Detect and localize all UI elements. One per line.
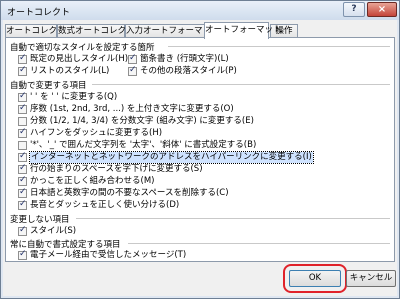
- checkbox-box[interactable]: [18, 175, 27, 186]
- checkbox-label: インターネットとネットワークのアドレスをハイパーリンクに変更する(I): [29, 151, 314, 164]
- checkbox-label: 箇条書き (行頭文字)(L): [140, 54, 229, 64]
- checkbox-box[interactable]: [18, 53, 27, 64]
- checkbox-label: 電子メール経由で受信したメッセージ(T): [30, 250, 187, 260]
- autoformat-panel: 自動で適切なスタイルを設定する箇所 既定の見出しスタイル(H) 箇条書き (行頭…: [5, 37, 395, 262]
- tab-autoformat[interactable]: オートフォーマット: [204, 22, 282, 39]
- checkbox-label: リストのスタイル(L): [30, 66, 110, 76]
- section-always: 常に自動で書式設定する項目: [10, 238, 390, 250]
- section-preserve: 変更しない項目: [10, 213, 390, 225]
- tab-autocorrect[interactable]: オートコレクト: [5, 24, 66, 38]
- checkbox-label: 既定の見出しスタイル(H): [30, 54, 129, 64]
- tab-autoformat-as-you-type[interactable]: 入力オートフォーマット: [125, 24, 220, 38]
- checkbox-box[interactable]: [18, 65, 27, 76]
- help-button[interactable]: ?: [343, 2, 365, 17]
- section-auto-style: 自動で適切なスタイルを設定する箇所: [10, 41, 390, 53]
- checkbox-box[interactable]: [128, 53, 137, 64]
- checkbox-label: 分数 (1/2, 1/4, 3/4) を分数文字 (組み文字) に変更する(E): [30, 116, 254, 126]
- checkbox-box[interactable]: [18, 117, 27, 126]
- checkbox-box[interactable]: [18, 141, 27, 150]
- tab-math-autocorrect[interactable]: 数式オートコレクト: [57, 24, 135, 38]
- close-button[interactable]: ×: [367, 2, 397, 17]
- checkbox-box[interactable]: [18, 225, 27, 236]
- section-always-label: 常に自動で書式設定する項目: [10, 240, 121, 250]
- checkbox-box[interactable]: [18, 249, 27, 260]
- checkbox-box[interactable]: [18, 103, 27, 114]
- title-bar[interactable]: オートコレクト ? ×: [1, 1, 399, 20]
- checkbox-box[interactable]: [18, 91, 27, 102]
- checkbox-label: ' ' を ' ' に変更する(Q): [30, 92, 118, 102]
- checkbox-box[interactable]: [18, 199, 27, 210]
- checkbox-box[interactable]: [18, 163, 27, 174]
- dialog-client: オートコレクト 数式オートコレクト 入力オートフォーマット オートフォーマット …: [3, 20, 397, 296]
- checkbox-label: 行の始まりのスペースを字下げに変更する(S): [30, 164, 203, 174]
- window-title: オートコレクト: [7, 8, 71, 18]
- checkbox-box[interactable]: [128, 65, 137, 76]
- cancel-button[interactable]: キャンセル: [346, 270, 396, 287]
- checkbox-label: ハイフンをダッシュに変更する(H): [30, 128, 163, 138]
- checkbox-label: その他の段落スタイル(P): [140, 66, 237, 76]
- checkbox-box[interactable]: [18, 127, 27, 138]
- section-auto-style-label: 自動で適切なスタイルを設定する箇所: [10, 43, 155, 53]
- checkbox-label: '*'、'_' で囲んだ文字列を '太字'、'斜体' に書式設定する(B): [30, 140, 257, 150]
- checkbox-label: 序数 (1st, 2nd, 3rd, ...) を上付き文字に変更する(O): [30, 104, 234, 114]
- checkbox-box[interactable]: [18, 151, 27, 162]
- section-preserve-label: 変更しない項目: [10, 215, 70, 225]
- ok-button[interactable]: OK: [289, 270, 341, 287]
- checkbox-label: 日本語と英数字の間の不要なスペースを削除する(C): [30, 188, 229, 198]
- checkbox-label: スタイル(S): [30, 226, 77, 236]
- section-auto-change: 自動で変更する項目: [10, 79, 390, 91]
- autocorrect-dialog: オートコレクト ? × オートコレクト 数式オートコレクト 入力オートフォーマッ…: [0, 0, 400, 299]
- checkbox-label: 長音とダッシュを正しく使い分ける(D): [30, 200, 180, 210]
- section-auto-change-label: 自動で変更する項目: [10, 81, 87, 91]
- checkbox-label: かっこを正しく組み合わせる(M): [30, 176, 155, 186]
- tab-strip: オートコレクト 数式オートコレクト 入力オートフォーマット オートフォーマット …: [5, 22, 395, 39]
- checkbox-box[interactable]: [18, 187, 27, 198]
